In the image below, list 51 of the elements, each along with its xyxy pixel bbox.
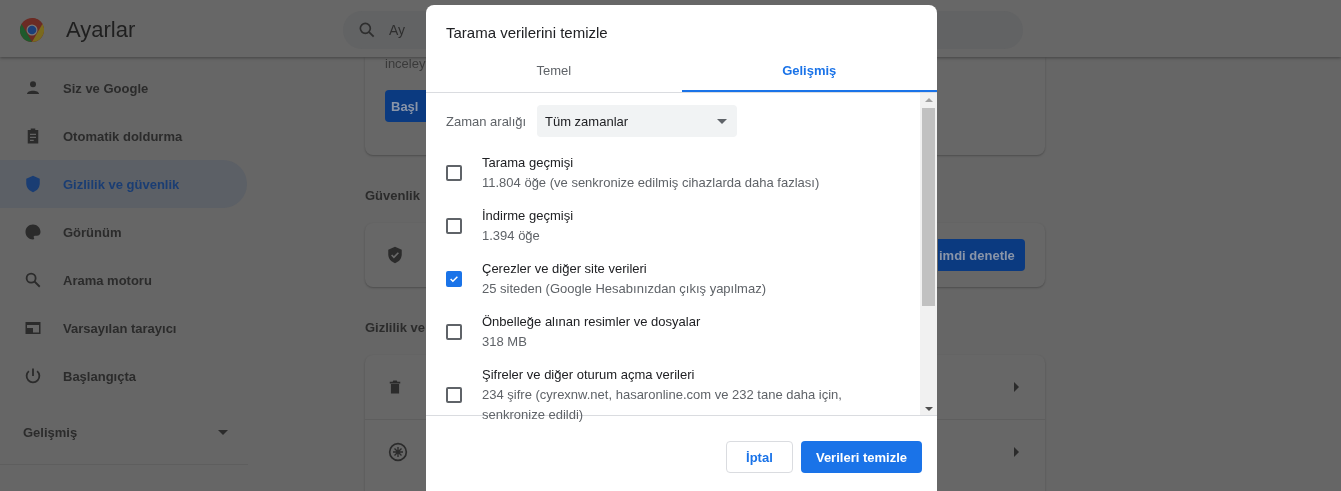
section-heading: Güvenlik — [365, 188, 420, 204]
option-title: Tarama geçmişi — [482, 154, 574, 172]
tab[interactable]: Temel — [426, 52, 682, 92]
browser-logo-icon — [20, 17, 44, 42]
sidebar-item[interactable]: Görünüm — [0, 208, 247, 256]
sidebar-item[interactable]: Otomatik doldurma — [0, 112, 247, 160]
shield-check-icon — [386, 245, 404, 265]
person-icon — [24, 79, 42, 97]
option-detail: 234 şifre (cyrexnw.net, hasaronline.com ve 232 tane daha için, senkronize edildi) — [482, 386, 843, 424]
cancel-button[interactable]: İptal — [725, 441, 793, 473]
page-title: Ayarlar — [66, 16, 137, 43]
option-title: Şifreler ve diğer oturum açma verileri — [482, 366, 695, 384]
option-detail: 318 MB — [482, 333, 527, 351]
trash-icon — [388, 379, 402, 395]
checkbox[interactable] — [446, 387, 462, 403]
check-now-button[interactable]: imdi denetle — [938, 239, 1025, 271]
power-icon — [24, 367, 42, 385]
start-button[interactable]: Başl — [385, 90, 426, 122]
advanced-section-label: Gelişmiş — [23, 424, 78, 440]
palette-icon — [24, 223, 42, 241]
checkbox[interactable] — [446, 324, 462, 340]
option-title: Önbelleğe alınan resimler ve dosyalar — [482, 313, 701, 331]
caret-icon[interactable] — [218, 429, 228, 435]
tab[interactable]: Gelişmiş — [681, 52, 937, 92]
scroll-up-icon[interactable] — [924, 98, 933, 102]
section-heading: Gizlilik ve — [365, 320, 425, 336]
checkbox[interactable] — [446, 271, 462, 287]
scrollbar[interactable] — [920, 93, 937, 415]
cookie-icon — [388, 442, 408, 462]
arrow-right-icon[interactable] — [1014, 447, 1019, 457]
time-range-label: Zaman aralığı — [446, 113, 528, 129]
option-title: Çerezler ve diğer site verileri — [482, 260, 647, 278]
checkbox[interactable] — [446, 165, 462, 181]
browser-window-icon — [24, 319, 42, 337]
scroll-down-icon[interactable] — [924, 407, 933, 411]
sidebar-item[interactable]: Arama motoru — [0, 256, 247, 304]
search-icon — [24, 271, 42, 289]
time-range-dropdown[interactable]: Tüm zamanlar — [537, 105, 737, 137]
sidebar-item[interactable]: Varsayılan tarayıcı — [0, 304, 247, 352]
option-detail: 1.394 öğe — [482, 227, 540, 245]
option-title: İndirme geçmişi — [482, 207, 574, 225]
sidebar-item[interactable]: Başlangıçta — [0, 352, 247, 400]
dialog-title: Tarama verilerini temizle — [446, 24, 609, 42]
checkbox[interactable] — [446, 218, 462, 234]
caret-icon — [717, 118, 727, 124]
shield-icon — [24, 175, 42, 193]
clear-data-button[interactable]: Verileri temizle — [800, 441, 922, 473]
option-detail: 11.804 öğe (ve senkronize edilmiş cihazlarda daha fazlası) — [482, 174, 820, 192]
option-detail: 25 siteden (Google Hesabınızdan çıkış yapılmaz) — [482, 280, 766, 298]
arrow-right-icon[interactable] — [1014, 382, 1019, 392]
sidebar-item[interactable]: Siz ve Google — [0, 64, 247, 112]
